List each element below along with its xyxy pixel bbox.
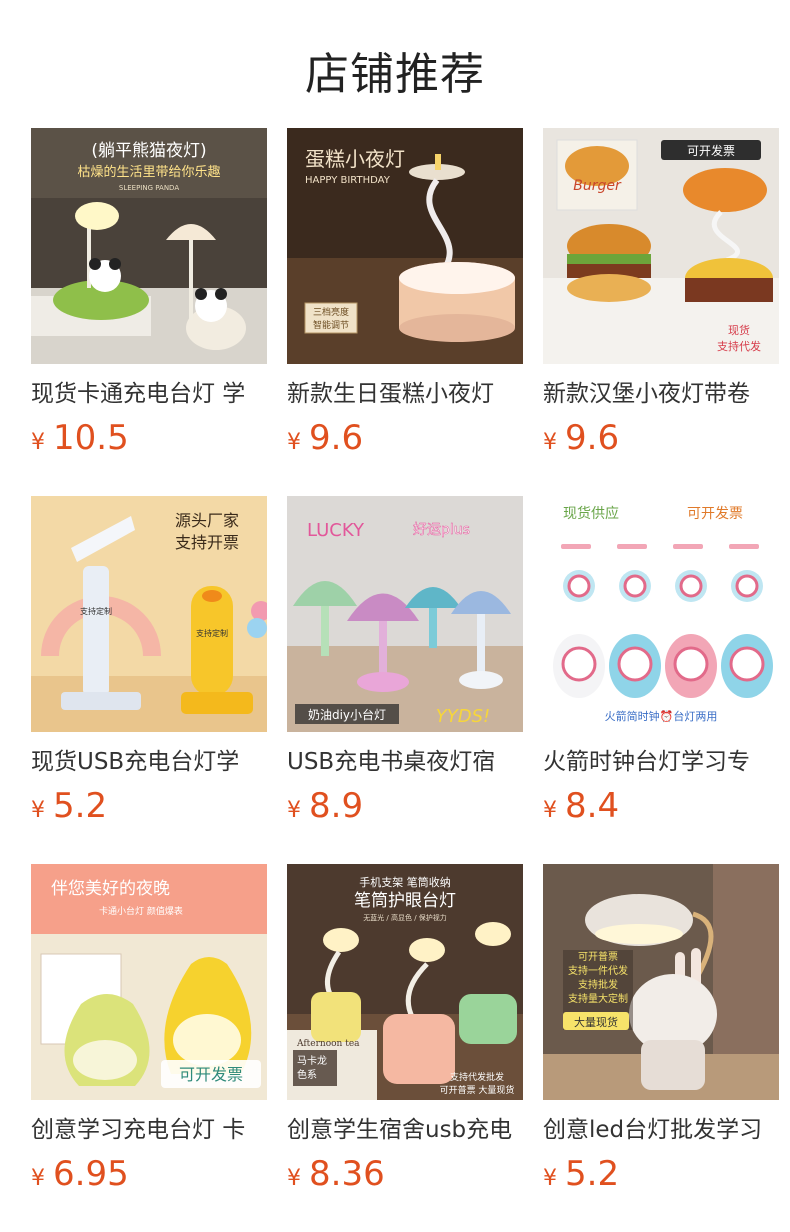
currency-symbol: ¥ xyxy=(543,798,557,823)
image-dropship-tag: 支持一件代发 xyxy=(568,964,628,977)
pen-holder-lamp-image[interactable]: 手机支架 笔筒收纳 笔筒护眼台灯 无蓝光 / 高显色 / 保护视力 Aftern… xyxy=(287,864,523,1100)
image-headline: (躺平熊猫夜灯) xyxy=(91,141,206,161)
product-price: ¥5.2 xyxy=(543,1154,779,1200)
currency-symbol: ¥ xyxy=(31,430,45,455)
image-plus-text: 好运plus xyxy=(413,522,470,538)
product-card[interactable]: 蛋糕小夜灯 HAPPY BIRTHDAY 三档亮度 智能调节 新款生日蛋糕小夜灯… xyxy=(287,128,523,496)
product-name[interactable]: 火箭时钟台灯学习专 xyxy=(543,748,779,776)
price-value: 8.4 xyxy=(565,786,620,826)
product-name[interactable]: 新款汉堡小夜灯带卷 xyxy=(543,380,779,408)
image-headline: 源头厂家 xyxy=(175,511,239,530)
currency-symbol: ¥ xyxy=(31,1166,45,1191)
product-price: ¥6.95 xyxy=(31,1154,267,1200)
flower-lamp-image[interactable]: LUCKY 好运plus 奶油diy小台灯 YYDS! xyxy=(287,496,523,732)
price-value: 8.36 xyxy=(309,1154,385,1194)
image-caption: SLEEPING PANDA xyxy=(119,184,179,192)
price-value: 9.6 xyxy=(565,418,620,458)
image-topline: 手机支架 笔筒收纳 xyxy=(359,875,451,889)
pear-lamp-image[interactable]: 伴您美好的夜晚 卡通小台灯 颜值爆表 可开发票 xyxy=(31,864,267,1100)
currency-symbol: ¥ xyxy=(543,1166,557,1191)
product-price: ¥9.6 xyxy=(287,418,523,464)
image-supply-tag: 现货供应 xyxy=(563,505,619,522)
product-name[interactable]: 创意led台灯批发学习 xyxy=(543,1116,779,1144)
image-subline: 枯燥的生活里带给你乐趣 xyxy=(77,164,220,180)
image-macaron-tag: 马卡龙 xyxy=(297,1054,327,1067)
image-invoice-tag: 可开发票 xyxy=(687,506,743,522)
image-stock-tag: 现货 xyxy=(728,323,750,337)
image-yyds-text: YYDS! xyxy=(436,706,491,727)
currency-symbol: ¥ xyxy=(287,798,301,823)
image-custom-tag: 支持量大定制 xyxy=(568,992,628,1005)
product-price: ¥8.36 xyxy=(287,1154,523,1200)
duck-lamp-image[interactable]: 源头厂家 支持开票 支持定制 支持定制 xyxy=(31,496,267,732)
image-stock-tag: 大量现货 xyxy=(574,1015,618,1029)
currency-symbol: ¥ xyxy=(287,1166,301,1191)
price-value: 6.95 xyxy=(53,1154,129,1194)
image-lucky-text: LUCKY xyxy=(307,520,365,541)
image-burger-text: Burger xyxy=(573,178,622,194)
product-grid: (躺平熊猫夜灯) 枯燥的生活里带给你乐趣 SLEEPING PANDA 现货卡通… xyxy=(31,128,779,1232)
product-card[interactable]: Burger 可开发票 现货 支持代发 新款汉堡小夜灯带卷 ¥9.6 xyxy=(543,128,779,496)
image-invoice-tag: 可开普票 xyxy=(578,950,618,963)
panda-lamp-image[interactable]: (躺平熊猫夜灯) 枯燥的生活里带给你乐趣 SLEEPING PANDA xyxy=(31,128,267,364)
image-book-text: Afternoon tea xyxy=(296,1039,360,1049)
price-value: 10.5 xyxy=(53,418,129,458)
image-subline: 支持开票 xyxy=(175,533,239,552)
image-color-tag: 色系 xyxy=(297,1068,317,1081)
image-caption: 奶油diy小台灯 xyxy=(308,707,386,722)
image-invoice-tag: 可开发票 xyxy=(687,143,735,158)
currency-symbol: ¥ xyxy=(543,430,557,455)
product-price: ¥5.2 xyxy=(31,786,267,832)
product-name[interactable]: 新款生日蛋糕小夜灯 xyxy=(287,380,523,408)
product-card[interactable]: 现货供应 可开发票 火箭简时钟⏰台灯两用 火箭时钟台灯学习专 ¥8.4 xyxy=(543,496,779,864)
image-headline: 伴您美好的夜晚 xyxy=(51,879,170,899)
image-invoice-tag: 可开发票 xyxy=(179,1065,243,1084)
product-name[interactable]: USB充电书桌夜灯宿 xyxy=(287,748,523,776)
product-price: ¥10.5 xyxy=(31,418,267,464)
cake-lamp-image[interactable]: 蛋糕小夜灯 HAPPY BIRTHDAY 三档亮度 智能调节 xyxy=(287,128,523,364)
product-card[interactable]: 手机支架 笔筒收纳 笔筒护眼台灯 无蓝光 / 高显色 / 保护视力 Aftern… xyxy=(287,864,523,1232)
image-headline: 蛋糕小夜灯 xyxy=(305,147,405,171)
product-card[interactable]: 源头厂家 支持开票 支持定制 支持定制 现货USB充电台灯学 ¥5.2 xyxy=(31,496,267,864)
product-name[interactable]: 创意学生宿舍usb充电 xyxy=(287,1116,523,1144)
product-name[interactable]: 现货卡通充电台灯 学 xyxy=(31,380,267,408)
image-subline: 卡通小台灯 颜值爆表 xyxy=(99,905,183,917)
image-custom-tag: 支持定制 xyxy=(196,628,228,638)
product-card[interactable]: 伴您美好的夜晚 卡通小台灯 颜值爆表 可开发票 创意学习充电台灯 卡 ¥6.95 xyxy=(31,864,267,1232)
image-wholesale-tag: 支持代发批发 xyxy=(450,1071,504,1083)
product-name[interactable]: 创意学习充电台灯 卡 xyxy=(31,1116,267,1144)
rocket-clock-image[interactable]: 现货供应 可开发票 火箭简时钟⏰台灯两用 xyxy=(543,496,779,732)
image-wholesale-tag: 支持批发 xyxy=(578,978,618,991)
burger-lamp-image[interactable]: Burger 可开发票 现货 支持代发 xyxy=(543,128,779,364)
product-card[interactable]: LUCKY 好运plus 奶油diy小台灯 YYDS! USB充电书桌夜灯宿 ¥… xyxy=(287,496,523,864)
product-name[interactable]: 现货USB充电台灯学 xyxy=(31,748,267,776)
image-dropship-tag: 支持代发 xyxy=(717,339,761,353)
image-badge-line1: 三档亮度 xyxy=(313,306,349,318)
currency-symbol: ¥ xyxy=(287,430,301,455)
price-value: 9.6 xyxy=(309,418,364,458)
product-card[interactable]: (躺平熊猫夜灯) 枯燥的生活里带给你乐趣 SLEEPING PANDA 现货卡通… xyxy=(31,128,267,496)
rabbit-lamp-image[interactable]: 可开普票 支持一件代发 支持批发 支持量大定制 大量现货 xyxy=(543,864,779,1100)
product-card[interactable]: 可开普票 支持一件代发 支持批发 支持量大定制 大量现货 创意led台灯批发学习… xyxy=(543,864,779,1232)
image-subline: 无蓝光 / 高显色 / 保护视力 xyxy=(363,913,447,922)
currency-symbol: ¥ xyxy=(31,798,45,823)
product-price: ¥8.4 xyxy=(543,786,779,832)
image-caption: 火箭简时钟⏰台灯两用 xyxy=(605,709,718,723)
product-price: ¥8.9 xyxy=(287,786,523,832)
price-value: 8.9 xyxy=(309,786,364,826)
image-badge-line2: 智能调节 xyxy=(313,319,349,331)
image-subline: HAPPY BIRTHDAY xyxy=(305,175,391,186)
image-custom-tag: 支持定制 xyxy=(80,606,112,616)
section-title: 店铺推荐 xyxy=(305,49,485,100)
image-stock-tag: 可开普票 大量现货 xyxy=(440,1084,515,1096)
price-value: 5.2 xyxy=(565,1154,620,1194)
product-price: ¥9.6 xyxy=(543,418,779,464)
price-value: 5.2 xyxy=(53,786,108,826)
image-headline: 笔筒护眼台灯 xyxy=(354,891,456,911)
